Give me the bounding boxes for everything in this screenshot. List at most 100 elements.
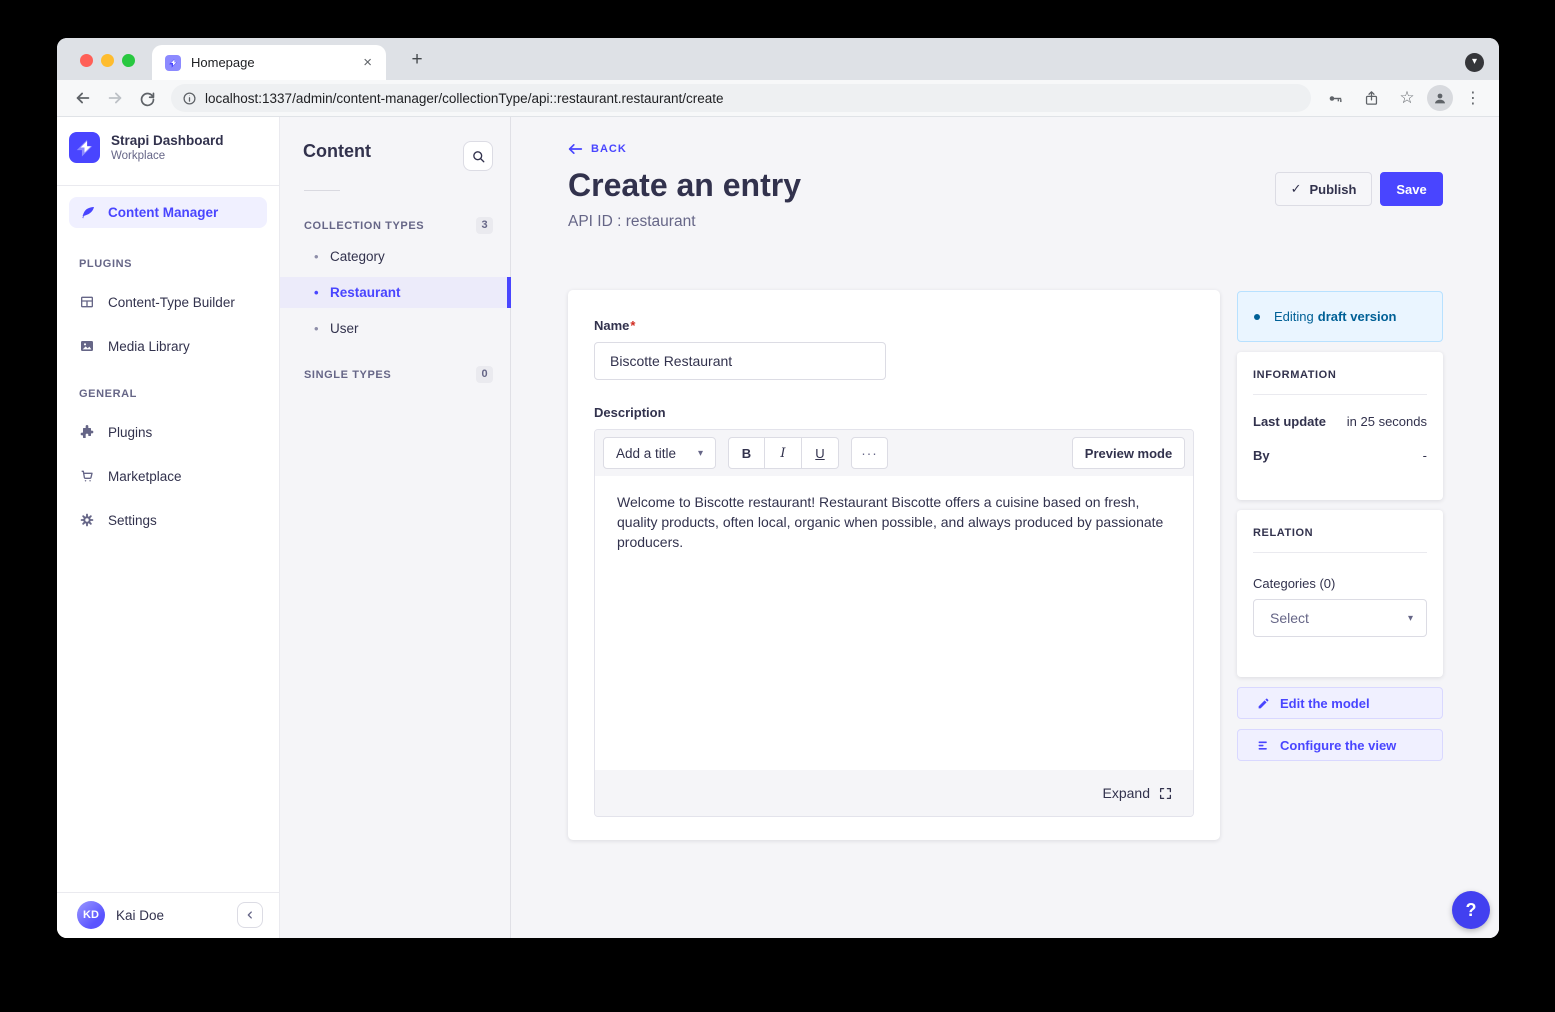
gear-icon	[79, 512, 95, 528]
group-collection-types: COLLECTION TYPES	[304, 220, 424, 232]
password-key-icon[interactable]	[1321, 84, 1349, 112]
description-textarea[interactable]: Welcome to Biscotte restaurant! Restaura…	[595, 476, 1193, 770]
sidebar-item-content-manager[interactable]: Content Manager	[69, 197, 267, 228]
categories-select[interactable]: Select ▾	[1253, 599, 1427, 637]
sidebar-item-media-library[interactable]: Media Library	[79, 336, 190, 356]
sidebar-item-label: Settings	[108, 513, 157, 528]
zoom-window-button[interactable]	[122, 54, 135, 67]
image-icon	[79, 338, 95, 354]
preview-mode-button[interactable]: Preview mode	[1072, 437, 1185, 469]
subnav-divider	[304, 190, 340, 191]
draft-status-banner: Editing draft version	[1237, 291, 1443, 342]
bookmark-star-icon[interactable]: ☆	[1393, 84, 1421, 112]
help-button[interactable]: ?	[1452, 891, 1490, 929]
sidebar-item-content-type-builder[interactable]: Content-Type Builder	[79, 292, 235, 312]
subnav-item-restaurant[interactable]: • Restaurant	[280, 277, 510, 308]
back-label: BACK	[591, 143, 627, 155]
underline-button[interactable]: U	[802, 437, 839, 469]
sidebar-item-label: Content-Type Builder	[108, 295, 235, 310]
expand-label[interactable]: Expand	[1103, 785, 1150, 801]
subnav-title: Content	[303, 141, 371, 162]
reload-icon[interactable]	[133, 84, 161, 112]
sidebar-item-plugins[interactable]: Plugins	[79, 422, 152, 442]
configure-bars-icon	[1257, 739, 1270, 752]
workspace-switcher[interactable]: Strapi Dashboard Workplace	[69, 132, 224, 163]
more-formats-button[interactable]: ···	[851, 437, 888, 469]
browser-menu-icon[interactable]: ⋮	[1459, 84, 1487, 112]
draft-status-text: Editing draft version	[1274, 309, 1397, 324]
sidebar-item-label: Marketplace	[108, 469, 182, 484]
tab-close-icon[interactable]: ×	[363, 55, 372, 70]
new-tab-button[interactable]: +	[404, 47, 430, 73]
name-label-text: Name	[594, 318, 629, 333]
underline-label: U	[815, 446, 824, 461]
select-placeholder: Select	[1270, 610, 1309, 626]
name-input[interactable]	[594, 342, 886, 380]
address-bar[interactable]: localhost:1337/admin/content-manager/col…	[171, 84, 1311, 112]
subnav-item-label: User	[330, 321, 359, 336]
minimize-window-button[interactable]	[101, 54, 114, 67]
group-single-types: SINGLE TYPES	[304, 369, 391, 381]
preview-mode-label: Preview mode	[1085, 446, 1172, 461]
draft-prefix: Editing	[1274, 309, 1314, 324]
information-panel: INFORMATION Last update in 25 seconds By…	[1237, 352, 1443, 500]
toolbar-actions: ☆ ⋮	[1319, 84, 1489, 112]
subnav-item-category[interactable]: • Category	[280, 241, 510, 272]
publish-button[interactable]: ✓ Publish	[1275, 172, 1372, 206]
sidebar-section-general: GENERAL	[79, 388, 137, 400]
entry-form-card: Name* Description Add a title ▾ B I U	[568, 290, 1220, 840]
strapi-logo-icon	[69, 132, 100, 163]
required-asterisk: *	[630, 318, 635, 333]
draft-emphasis: draft version	[1318, 309, 1397, 324]
save-label: Save	[1396, 182, 1426, 197]
browser-tab-strip: Homepage × + ▾	[57, 38, 1499, 80]
sidebar-divider	[57, 185, 279, 186]
forward-icon	[101, 84, 129, 112]
strapi-favicon-icon	[165, 55, 181, 71]
main-content: BACK Create an entry API ID : restaurant…	[511, 117, 1499, 938]
edit-model-button[interactable]: Edit the model	[1237, 687, 1443, 719]
bullet-icon: •	[314, 321, 319, 336]
last-update-label: Last update	[1253, 414, 1326, 429]
browser-profile-icon[interactable]	[1427, 85, 1453, 111]
avatar[interactable]: KD	[77, 901, 105, 929]
expand-icon[interactable]	[1159, 787, 1172, 800]
rich-text-editor: Add a title ▾ B I U ··· Preview mode	[594, 429, 1194, 817]
bold-button[interactable]: B	[728, 437, 765, 469]
editor-footer: Expand	[595, 770, 1193, 816]
browser-tab[interactable]: Homepage ×	[152, 45, 386, 80]
editor-toolbar: Add a title ▾ B I U ··· Preview mode	[595, 430, 1193, 476]
close-window-button[interactable]	[80, 54, 93, 67]
sidebar-item-settings[interactable]: Settings	[79, 510, 157, 530]
user-name: Kai Doe	[116, 908, 164, 923]
italic-button[interactable]: I	[765, 437, 802, 469]
check-icon: ✓	[1291, 181, 1302, 197]
site-info-icon[interactable]	[182, 91, 197, 106]
puzzle-icon	[79, 424, 95, 440]
relation-title: RELATION	[1253, 527, 1427, 539]
share-icon[interactable]	[1357, 84, 1385, 112]
description-field-label: Description	[594, 405, 1194, 420]
tab-search-icon[interactable]: ▾	[1465, 53, 1484, 72]
page-title: Create an entry	[568, 167, 801, 204]
strapi-app: Strapi Dashboard Workplace Content Manag…	[57, 117, 1499, 938]
search-button[interactable]	[463, 141, 493, 171]
bullet-icon: •	[314, 285, 319, 300]
italic-label: I	[780, 446, 785, 461]
bullet-icon: •	[314, 249, 319, 264]
by-value: -	[1423, 448, 1427, 463]
back-link[interactable]: BACK	[568, 143, 627, 155]
by-label: By	[1253, 448, 1270, 463]
configure-view-button[interactable]: Configure the view	[1237, 729, 1443, 761]
information-title: INFORMATION	[1253, 369, 1427, 381]
search-icon	[471, 149, 486, 164]
sidebar-item-marketplace[interactable]: Marketplace	[79, 466, 182, 486]
tab-title: Homepage	[191, 55, 363, 70]
save-button[interactable]: Save	[1380, 172, 1443, 206]
app-name: Strapi Dashboard	[111, 133, 224, 148]
collapse-sidebar-button[interactable]	[237, 902, 263, 928]
subnav-item-user[interactable]: • User	[280, 313, 510, 344]
title-style-dropdown[interactable]: Add a title ▾	[603, 437, 716, 469]
back-icon[interactable]	[69, 84, 97, 112]
back-arrow-icon	[568, 143, 583, 155]
